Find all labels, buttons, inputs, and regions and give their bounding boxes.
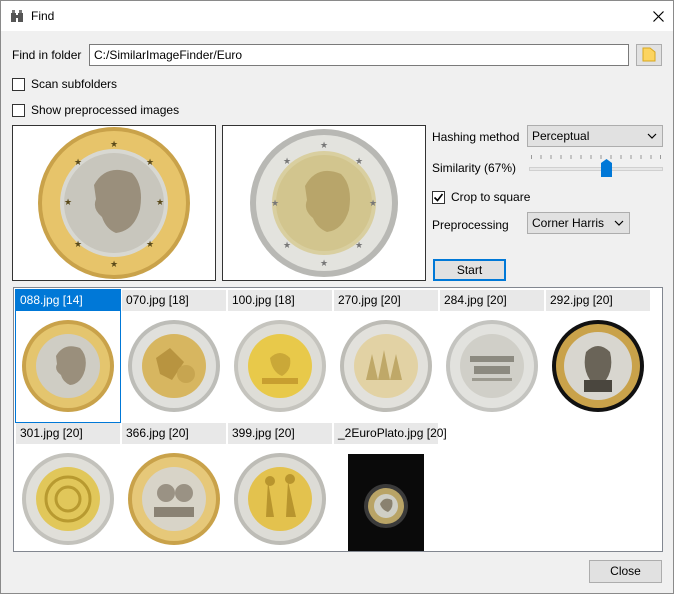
result-caption: 301.jpg [20]	[16, 423, 120, 444]
preprocessing-select[interactable]: Corner Harris	[527, 212, 630, 234]
coin-thumbnail	[124, 312, 224, 420]
svg-text:★: ★	[283, 240, 291, 250]
result-tile[interactable]: 088.jpg [14]	[15, 289, 121, 423]
show-preprocessed-option[interactable]: Show preprocessed images	[12, 103, 179, 117]
coin-thumbnail	[548, 312, 648, 420]
result-tile[interactable]: 366.jpg [20]	[122, 423, 226, 551]
hashing-method-label: Hashing method	[432, 130, 520, 144]
close-icon[interactable]	[643, 1, 673, 31]
svg-text:★: ★	[355, 240, 363, 250]
checkmark-icon	[433, 193, 444, 202]
crop-to-square-label: Crop to square	[451, 190, 531, 204]
result-caption: 399.jpg [20]	[228, 423, 332, 444]
similarity-slider-ticks	[531, 155, 661, 159]
results-list[interactable]: 088.jpg [14] 070.jpg [18] 100.jpg [18] 2…	[13, 287, 663, 552]
coin-thumbnail	[124, 445, 224, 551]
svg-text:★: ★	[74, 239, 82, 249]
start-button[interactable]: Start	[433, 259, 506, 281]
svg-text:★: ★	[320, 258, 328, 268]
similarity-label: Similarity (67%)	[432, 161, 517, 175]
svg-text:★: ★	[156, 197, 164, 207]
svg-text:★: ★	[74, 157, 82, 167]
folder-icon	[642, 46, 656, 65]
result-tile[interactable]: 301.jpg [20]	[16, 423, 120, 551]
hashing-method-value: Perceptual	[532, 129, 590, 143]
hashing-method-select[interactable]: Perceptual	[527, 125, 663, 147]
title-bar[interactable]: Find	[1, 1, 673, 31]
preprocessing-value: Corner Harris	[532, 216, 605, 230]
coin-thumbnail	[336, 451, 436, 551]
source-image-preview: ★ ★ ★ ★ ★ ★ ★ ★	[12, 125, 216, 281]
browse-folder-button[interactable]	[636, 44, 662, 66]
result-caption: 270.jpg [20]	[334, 290, 438, 311]
result-caption: 366.jpg [20]	[122, 423, 226, 444]
result-caption: _2EuroPlato.jpg [20]	[334, 423, 447, 444]
svg-text:★: ★	[146, 157, 154, 167]
svg-text:★: ★	[271, 198, 279, 208]
coin-thumbnail	[230, 445, 330, 551]
svg-text:★: ★	[355, 156, 363, 166]
svg-text:★: ★	[110, 259, 118, 269]
app-icon	[10, 9, 24, 23]
processed-image-preview: ★ ★ ★ ★ ★ ★ ★ ★	[222, 125, 426, 281]
crop-to-square-option[interactable]: Crop to square	[432, 190, 530, 204]
close-button[interactable]: Close	[589, 560, 662, 583]
result-tile[interactable]: 292.jpg [20]	[546, 290, 650, 422]
coin-thumbnail	[442, 312, 542, 420]
result-tile[interactable]: 284.jpg [20]	[440, 290, 544, 422]
result-tile[interactable]: _2EuroPlato.jpg [20]	[334, 423, 447, 551]
crop-to-square-checkbox[interactable]	[432, 190, 445, 204]
similarity-slider-thumb[interactable]	[601, 159, 612, 177]
plato-coin-image: ★ ★ ★ ★ ★ ★ ★ ★	[38, 127, 190, 279]
result-tile[interactable]: 070.jpg [18]	[122, 290, 226, 422]
find-in-folder-label: Find in folder	[12, 48, 82, 62]
preprocessing-label: Preprocessing	[432, 218, 509, 232]
chevron-down-icon	[647, 130, 657, 146]
coin-thumbnail	[336, 312, 436, 420]
show-preprocessed-checkbox[interactable]	[12, 103, 25, 117]
svg-text:★: ★	[320, 140, 328, 150]
svg-text:★: ★	[110, 139, 118, 149]
result-caption: 070.jpg [18]	[122, 290, 226, 311]
svg-text:★: ★	[369, 198, 377, 208]
coin-thumbnail	[230, 312, 330, 420]
svg-text:★: ★	[146, 239, 154, 249]
result-tile[interactable]: 399.jpg [20]	[228, 423, 332, 551]
result-caption: 284.jpg [20]	[440, 290, 544, 311]
chevron-down-icon	[614, 217, 624, 233]
result-caption: 292.jpg [20]	[546, 290, 650, 311]
result-caption: 100.jpg [18]	[228, 290, 332, 311]
scan-subfolders-option[interactable]: Scan subfolders	[12, 77, 117, 91]
coin-thumbnail	[18, 312, 118, 420]
show-preprocessed-label: Show preprocessed images	[31, 103, 180, 117]
svg-text:★: ★	[283, 156, 291, 166]
result-tile[interactable]: 100.jpg [18]	[228, 290, 332, 422]
find-dialog: Find Find in folder C:/SimilarImageFinde…	[0, 0, 674, 594]
similarity-slider-track[interactable]	[529, 167, 663, 171]
result-tile[interactable]: 270.jpg [20]	[334, 290, 438, 422]
folder-path-input[interactable]: C:/SimilarImageFinder/Euro	[89, 44, 629, 66]
coin-thumbnail	[18, 445, 118, 551]
scan-subfolders-label: Scan subfolders	[31, 77, 118, 91]
scan-subfolders-checkbox[interactable]	[12, 77, 25, 91]
window-title: Find	[31, 9, 55, 23]
svg-text:★: ★	[64, 197, 72, 207]
result-caption: 088.jpg [14]	[16, 290, 120, 311]
plato-coin-processed-image: ★ ★ ★ ★ ★ ★ ★ ★	[250, 129, 398, 277]
